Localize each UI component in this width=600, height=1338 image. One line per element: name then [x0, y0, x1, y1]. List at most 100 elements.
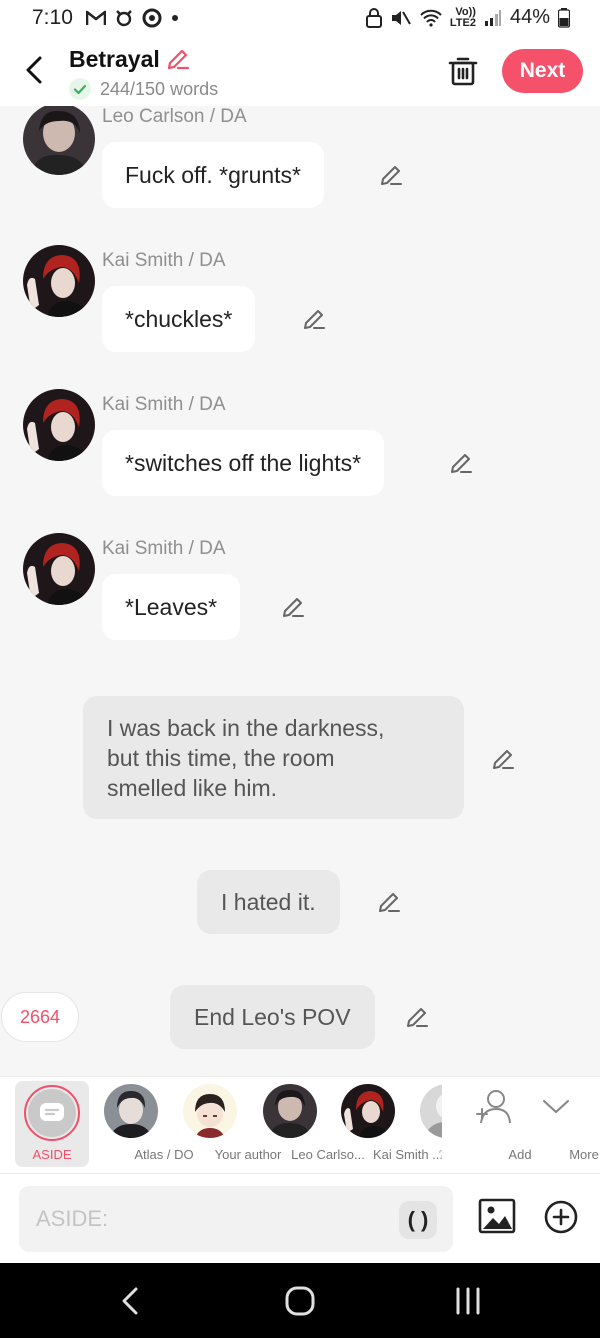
signal-icon	[484, 9, 501, 26]
status-system-icons: Vo)) LTE2 44%	[365, 5, 570, 29]
message-bubble[interactable]: *switches off the lights*	[102, 430, 385, 496]
add-content-button[interactable]	[544, 1200, 578, 1234]
system-nav-bar	[0, 1263, 600, 1338]
narration-text: I hated it.	[221, 888, 316, 915]
message-counter-badge[interactable]: 2664	[1, 992, 79, 1042]
avatar-kai[interactable]	[23, 389, 95, 461]
pencil-icon	[493, 750, 514, 769]
character-aside[interactable]: ASIDE	[15, 1081, 89, 1167]
avatar-kai[interactable]	[23, 245, 95, 317]
sender-name: Leo Carlson / DA	[102, 106, 247, 127]
aside-input[interactable]	[19, 1186, 453, 1252]
leo-avatar-image	[263, 1084, 317, 1138]
narration-line: smelled like him.	[107, 774, 277, 801]
lock-icon	[365, 7, 382, 28]
edit-message-button[interactable]	[490, 746, 516, 772]
gmail-icon	[86, 10, 106, 25]
message-bubble[interactable]: *chuckles*	[102, 286, 256, 352]
kai-avatar-image	[23, 533, 95, 605]
kai-avatar-image	[341, 1084, 395, 1138]
image-icon	[478, 1198, 516, 1234]
pencil-icon	[381, 166, 402, 185]
nav-back-button[interactable]	[112, 1283, 152, 1319]
nav-recents-button[interactable]	[448, 1283, 488, 1319]
character-label: ?	[427, 1147, 442, 1162]
nav-home-icon	[285, 1286, 315, 1316]
insert-image-button[interactable]	[478, 1197, 516, 1235]
narration-bubble[interactable]: I was back in the darkness, but this tim…	[83, 696, 464, 819]
edit-message-button[interactable]	[301, 306, 327, 332]
sender-name: Kai Smith / DA	[102, 250, 226, 271]
character-kai[interactable]: Kai Smith ...	[328, 1077, 443, 1174]
dot-icon	[172, 15, 178, 21]
pencil-icon	[451, 454, 472, 473]
sender-name: Kai Smith / DA	[102, 538, 226, 559]
more-button[interactable]: More	[528, 1077, 599, 1174]
narration-text: End Leo's POV	[194, 1003, 351, 1030]
more-label: More	[569, 1147, 599, 1162]
word-goal-check	[69, 78, 91, 100]
chat-thread[interactable]: Leo Carlson / DA Fuck off. *grunts* Kai …	[0, 106, 600, 1076]
message-bubble[interactable]: Fuck off. *grunts*	[102, 142, 324, 208]
nav-recents-icon	[456, 1287, 480, 1315]
character-leo[interactable]: Leo Carlso...	[252, 1077, 365, 1174]
sync-icon	[142, 8, 162, 28]
add-user-icon	[476, 1090, 511, 1124]
edit-message-button[interactable]	[404, 1004, 430, 1030]
edit-title-button[interactable]	[165, 46, 191, 72]
chat-bubble-icon	[40, 1103, 64, 1121]
character-atlas[interactable]: Atlas / DO	[98, 1077, 194, 1174]
aside-avatar	[24, 1085, 80, 1141]
narration-line: but this time, the room	[107, 744, 335, 771]
wifi-icon	[420, 9, 442, 27]
leo-avatar-image	[23, 106, 95, 175]
nav-home-button[interactable]	[280, 1283, 320, 1319]
character-your-author[interactable]: Your author	[172, 1077, 281, 1174]
narration-bubble[interactable]: I hated it.	[197, 870, 340, 934]
back-arrow-icon	[26, 56, 42, 84]
story-header: Betrayal 244/150 words Next	[0, 36, 600, 106]
network-type: Vo)) LTE2	[449, 5, 476, 29]
atlas-avatar-image	[104, 1084, 158, 1138]
add-character-button[interactable]: Add	[466, 1077, 532, 1174]
narration-bubble[interactable]: End Leo's POV	[170, 985, 375, 1049]
composer: ( )	[0, 1173, 600, 1263]
pencil-icon	[379, 893, 400, 912]
word-count: 244/150 words	[100, 79, 219, 99]
unknown-avatar-image	[420, 1084, 442, 1138]
mute-icon	[391, 10, 411, 25]
author-avatar	[183, 1084, 237, 1138]
story-title: Betrayal	[69, 46, 160, 72]
character-selector: ASIDE Atlas / DO Your author Leo Carlso.…	[0, 1076, 600, 1173]
edit-message-button[interactable]	[448, 450, 474, 476]
kai-avatar-image	[23, 245, 95, 317]
leo-avatar	[263, 1084, 317, 1138]
message-bubble[interactable]: *Leaves*	[102, 574, 241, 640]
edit-message-button[interactable]	[376, 889, 402, 915]
avatar-leo[interactable]	[23, 106, 95, 175]
status-bar: 7:10 Vo)) LTE2 44%	[0, 0, 600, 36]
parentheses-button[interactable]: ( )	[399, 1201, 437, 1239]
message-text: *Leaves*	[125, 593, 218, 620]
avatar-kai[interactable]	[23, 533, 95, 605]
edit-message-button[interactable]	[280, 594, 306, 620]
author-avatar-image	[183, 1084, 237, 1138]
sender-name: Kai Smith / DA	[102, 394, 226, 415]
delete-button[interactable]	[447, 54, 479, 88]
aside-avatar-inner	[28, 1089, 76, 1137]
character-unknown[interactable]: ?	[412, 1077, 442, 1174]
pencil-icon	[167, 49, 190, 70]
next-button[interactable]: Next	[502, 49, 583, 93]
kai-avatar-image	[23, 389, 95, 461]
pencil-icon	[304, 310, 325, 329]
message-text: *chuckles*	[125, 305, 233, 332]
kai-avatar	[341, 1084, 395, 1138]
unknown-avatar	[420, 1084, 442, 1138]
battery-percent: 44%	[509, 6, 550, 28]
battery-icon	[558, 7, 570, 28]
nav-back-icon	[122, 1287, 138, 1315]
chevron-down-icon	[542, 1099, 570, 1114]
trash-icon	[448, 57, 478, 86]
back-button[interactable]	[18, 52, 52, 88]
edit-message-button[interactable]	[378, 162, 404, 188]
